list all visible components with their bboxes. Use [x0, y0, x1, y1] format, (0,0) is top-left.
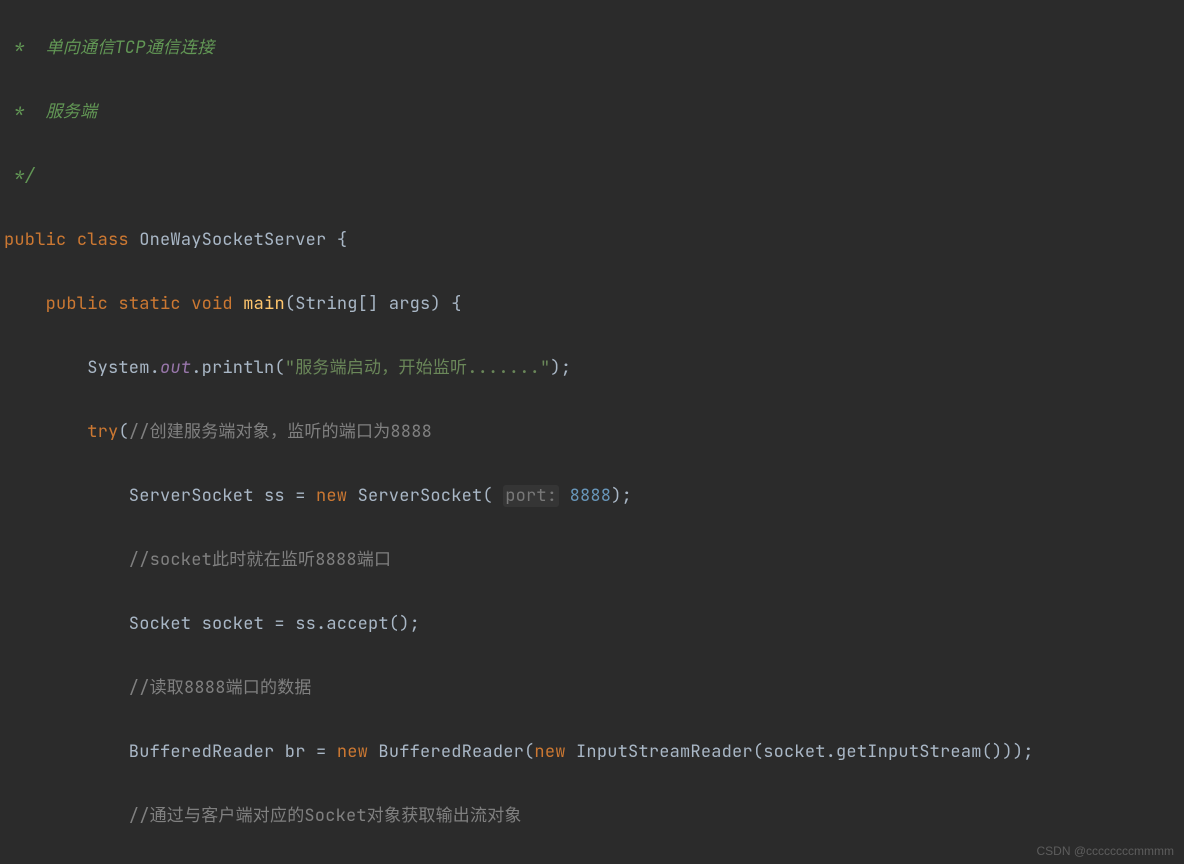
- try-statement: try(//创建服务端对象，监听的端口为8888: [4, 416, 1184, 448]
- println-statement: System.out.println("服务端启动，开始监听.......");: [4, 352, 1184, 384]
- parameter-hint: port:: [503, 485, 559, 507]
- javadoc-line: * 单向通信TCP通信连接: [4, 37, 214, 59]
- class-declaration: public class OneWaySocketServer {: [4, 224, 1184, 256]
- server-socket-var: ServerSocket ss = new ServerSocket( port…: [4, 480, 1184, 512]
- code-editor[interactable]: * 单向通信TCP通信连接 * 服务端 */ public class OneW…: [0, 0, 1184, 864]
- buffered-reader-var: BufferedReader br = new BufferedReader(n…: [4, 736, 1184, 768]
- comment: //读取8888端口的数据: [4, 677, 312, 699]
- socket-var: Socket socket = ss.accept();: [4, 608, 1184, 640]
- watermark: CSDN @ccccccccmmmm: [1036, 844, 1174, 858]
- comment: //通过与客户端对应的Socket对象获取输出流对象: [4, 805, 522, 827]
- javadoc-end: */: [4, 165, 35, 187]
- comment: //socket此时就在监听8888端口: [4, 549, 391, 571]
- javadoc-line: * 服务端: [4, 101, 97, 123]
- main-method: public static void main(String[] args) {: [4, 288, 1184, 320]
